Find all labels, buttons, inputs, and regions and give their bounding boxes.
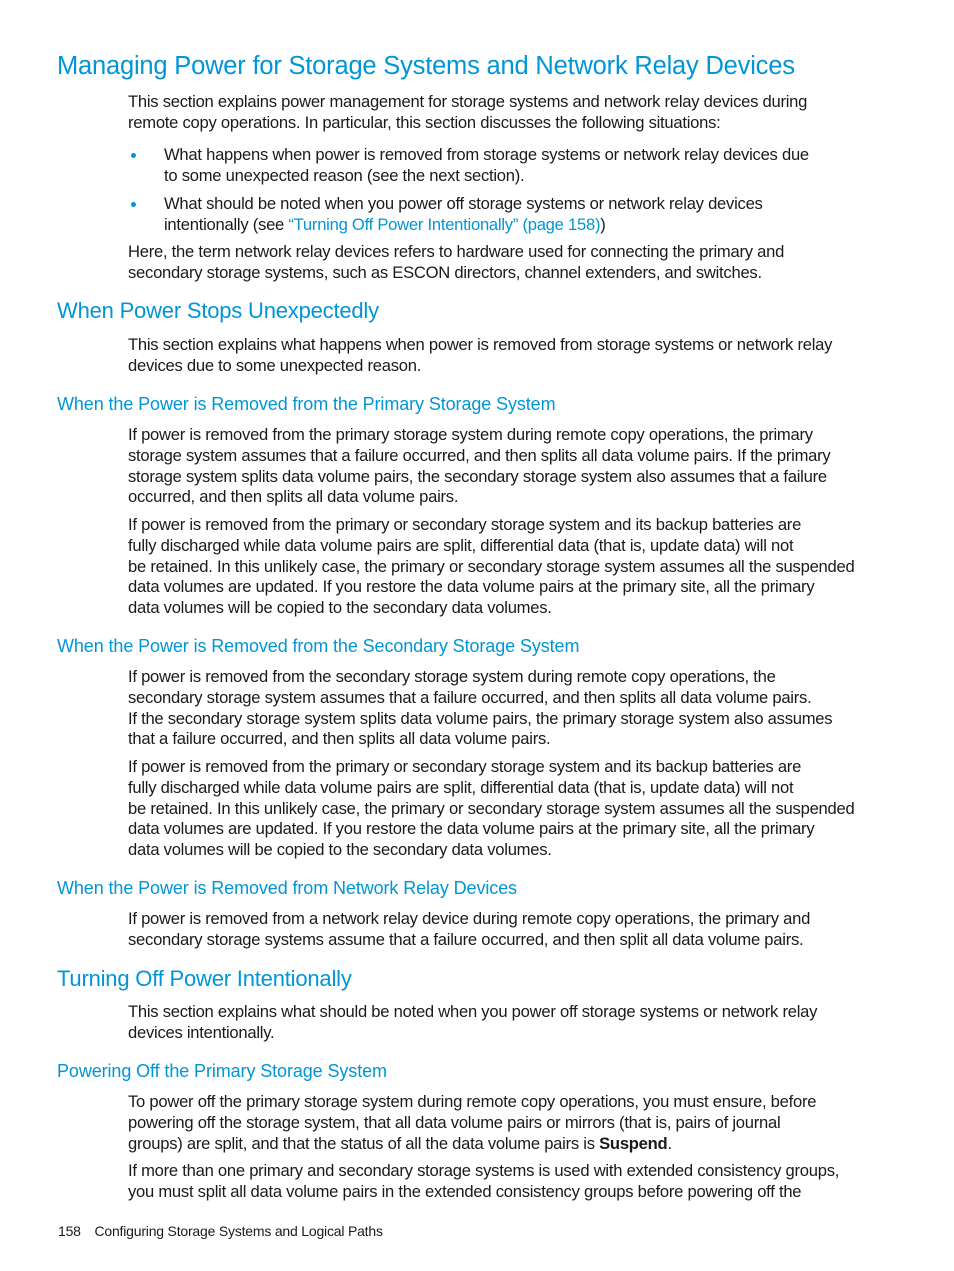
text-line: If power is removed from the primary or …: [128, 515, 802, 534]
text-line: fully discharged while data volume pairs…: [128, 777, 794, 797]
text-line: data volumes will be copied to the secon…: [128, 598, 552, 618]
text-line: be retained. In this unlikely case, the …: [128, 798, 855, 818]
page-title: Managing Power for Storage Systems and N…: [57, 52, 795, 80]
body-paragraph: If power is removed from the secondary s…: [128, 667, 873, 750]
text-line: To power off the primary storage system …: [128, 1092, 817, 1111]
text-line: secondary storage systems, such as ESCON…: [128, 262, 762, 282]
text-line: If power is removed from a network relay…: [128, 909, 811, 928]
text-line: that a failure occurred, and then splits…: [128, 729, 551, 749]
section-intro-paragraph: This section explains what should be not…: [128, 1002, 873, 1044]
text-fragment: intentionally (see: [164, 214, 289, 234]
body-paragraph: If power is removed from the primary or …: [128, 757, 873, 861]
chapter-title: Configuring Storage Systems and Logical …: [94, 1223, 383, 1239]
text-line: data volumes will be copied to the secon…: [128, 840, 552, 860]
text-line: If more than one primary and secondary s…: [128, 1161, 840, 1180]
text-line: secondary storage system assumes that a …: [128, 687, 812, 707]
text-line: intentionally (see “Turning Off Power In…: [164, 215, 763, 236]
section-intro-paragraph: This section explains what happens when …: [128, 335, 873, 377]
text-line: This section explains power management f…: [128, 92, 808, 111]
text-line: If power is removed from the secondary s…: [128, 667, 776, 686]
text-line: data volumes are updated. If you restore…: [128, 577, 815, 597]
text-line: groups) are split, and that the status o…: [128, 1134, 873, 1155]
subsection-heading: Powering Off the Primary Storage System: [57, 1061, 387, 1081]
section-heading: Turning Off Power Intentionally: [57, 966, 352, 991]
text-line: If the secondary storage system splits d…: [128, 708, 833, 728]
text-line: powering off the storage system, that al…: [128, 1112, 781, 1132]
text-line: you must split all data volume pairs in …: [128, 1181, 802, 1201]
text-fragment: groups) are split, and that the status o…: [128, 1133, 600, 1153]
text-line: remote copy operations. In particular, t…: [128, 112, 721, 132]
text-line: to some unexpected reason (see the next …: [164, 165, 525, 185]
text-line: This section explains what should be not…: [128, 1002, 818, 1021]
text-line: be retained. In this unlikely case, the …: [128, 556, 855, 576]
bullet-text: What happens when power is removed from …: [164, 145, 809, 187]
page-number: 158: [58, 1223, 81, 1239]
text-line: This section explains what happens when …: [128, 335, 833, 354]
body-paragraph: If power is removed from the primary sto…: [128, 425, 873, 508]
text-line: If power is removed from the primary sto…: [128, 425, 813, 444]
text-line: If power is removed from the primary or …: [128, 757, 802, 776]
text-line: fully discharged while data volume pairs…: [128, 535, 794, 555]
body-paragraph: If power is removed from a network relay…: [128, 909, 873, 951]
body-paragraph: To power off the primary storage system …: [128, 1092, 873, 1154]
subsection-heading: When the Power is Removed from Network R…: [57, 878, 517, 898]
text-line: Here, the term network relay devices ref…: [128, 242, 785, 261]
page-footer: 158 Configuring Storage Systems and Logi…: [58, 1223, 383, 1239]
text-line: secondary storage systems assume that a …: [128, 929, 804, 949]
text-fragment: ): [600, 214, 606, 234]
body-paragraph: If power is removed from the primary or …: [128, 515, 873, 619]
bullet-text: What should be noted when you power off …: [164, 194, 763, 236]
text-line: data volumes are updated. If you restore…: [128, 819, 815, 839]
text-line: devices intentionally.: [128, 1022, 275, 1042]
section-heading: When Power Stops Unexpectedly: [57, 298, 379, 323]
definition-paragraph: Here, the term network relay devices ref…: [128, 242, 873, 284]
status-term: Suspend: [599, 1133, 668, 1153]
subsection-heading: When the Power is Removed from the Secon…: [57, 636, 580, 656]
document-page: Managing Power for Storage Systems and N…: [0, 0, 954, 1271]
text-line: What happens when power is removed from …: [164, 145, 809, 164]
text-line: storage system assumes that a failure oc…: [128, 445, 831, 465]
subsection-heading: When the Power is Removed from the Prima…: [57, 394, 556, 414]
text-line: devices due to some unexpected reason.: [128, 355, 422, 375]
text-line: storage system splits data volume pairs,…: [128, 466, 827, 486]
text-fragment: .: [667, 1133, 672, 1153]
cross-reference-link[interactable]: “Turning Off Power Intentionally” (page …: [288, 215, 600, 234]
text-line: occurred, and then splits all data volum…: [128, 487, 459, 507]
body-paragraph: If more than one primary and secondary s…: [128, 1161, 873, 1203]
intro-paragraph: This section explains power management f…: [128, 92, 873, 134]
bullet-icon: [131, 202, 136, 207]
bullet-icon: [131, 153, 136, 158]
text-line: What should be noted when you power off …: [164, 194, 763, 213]
